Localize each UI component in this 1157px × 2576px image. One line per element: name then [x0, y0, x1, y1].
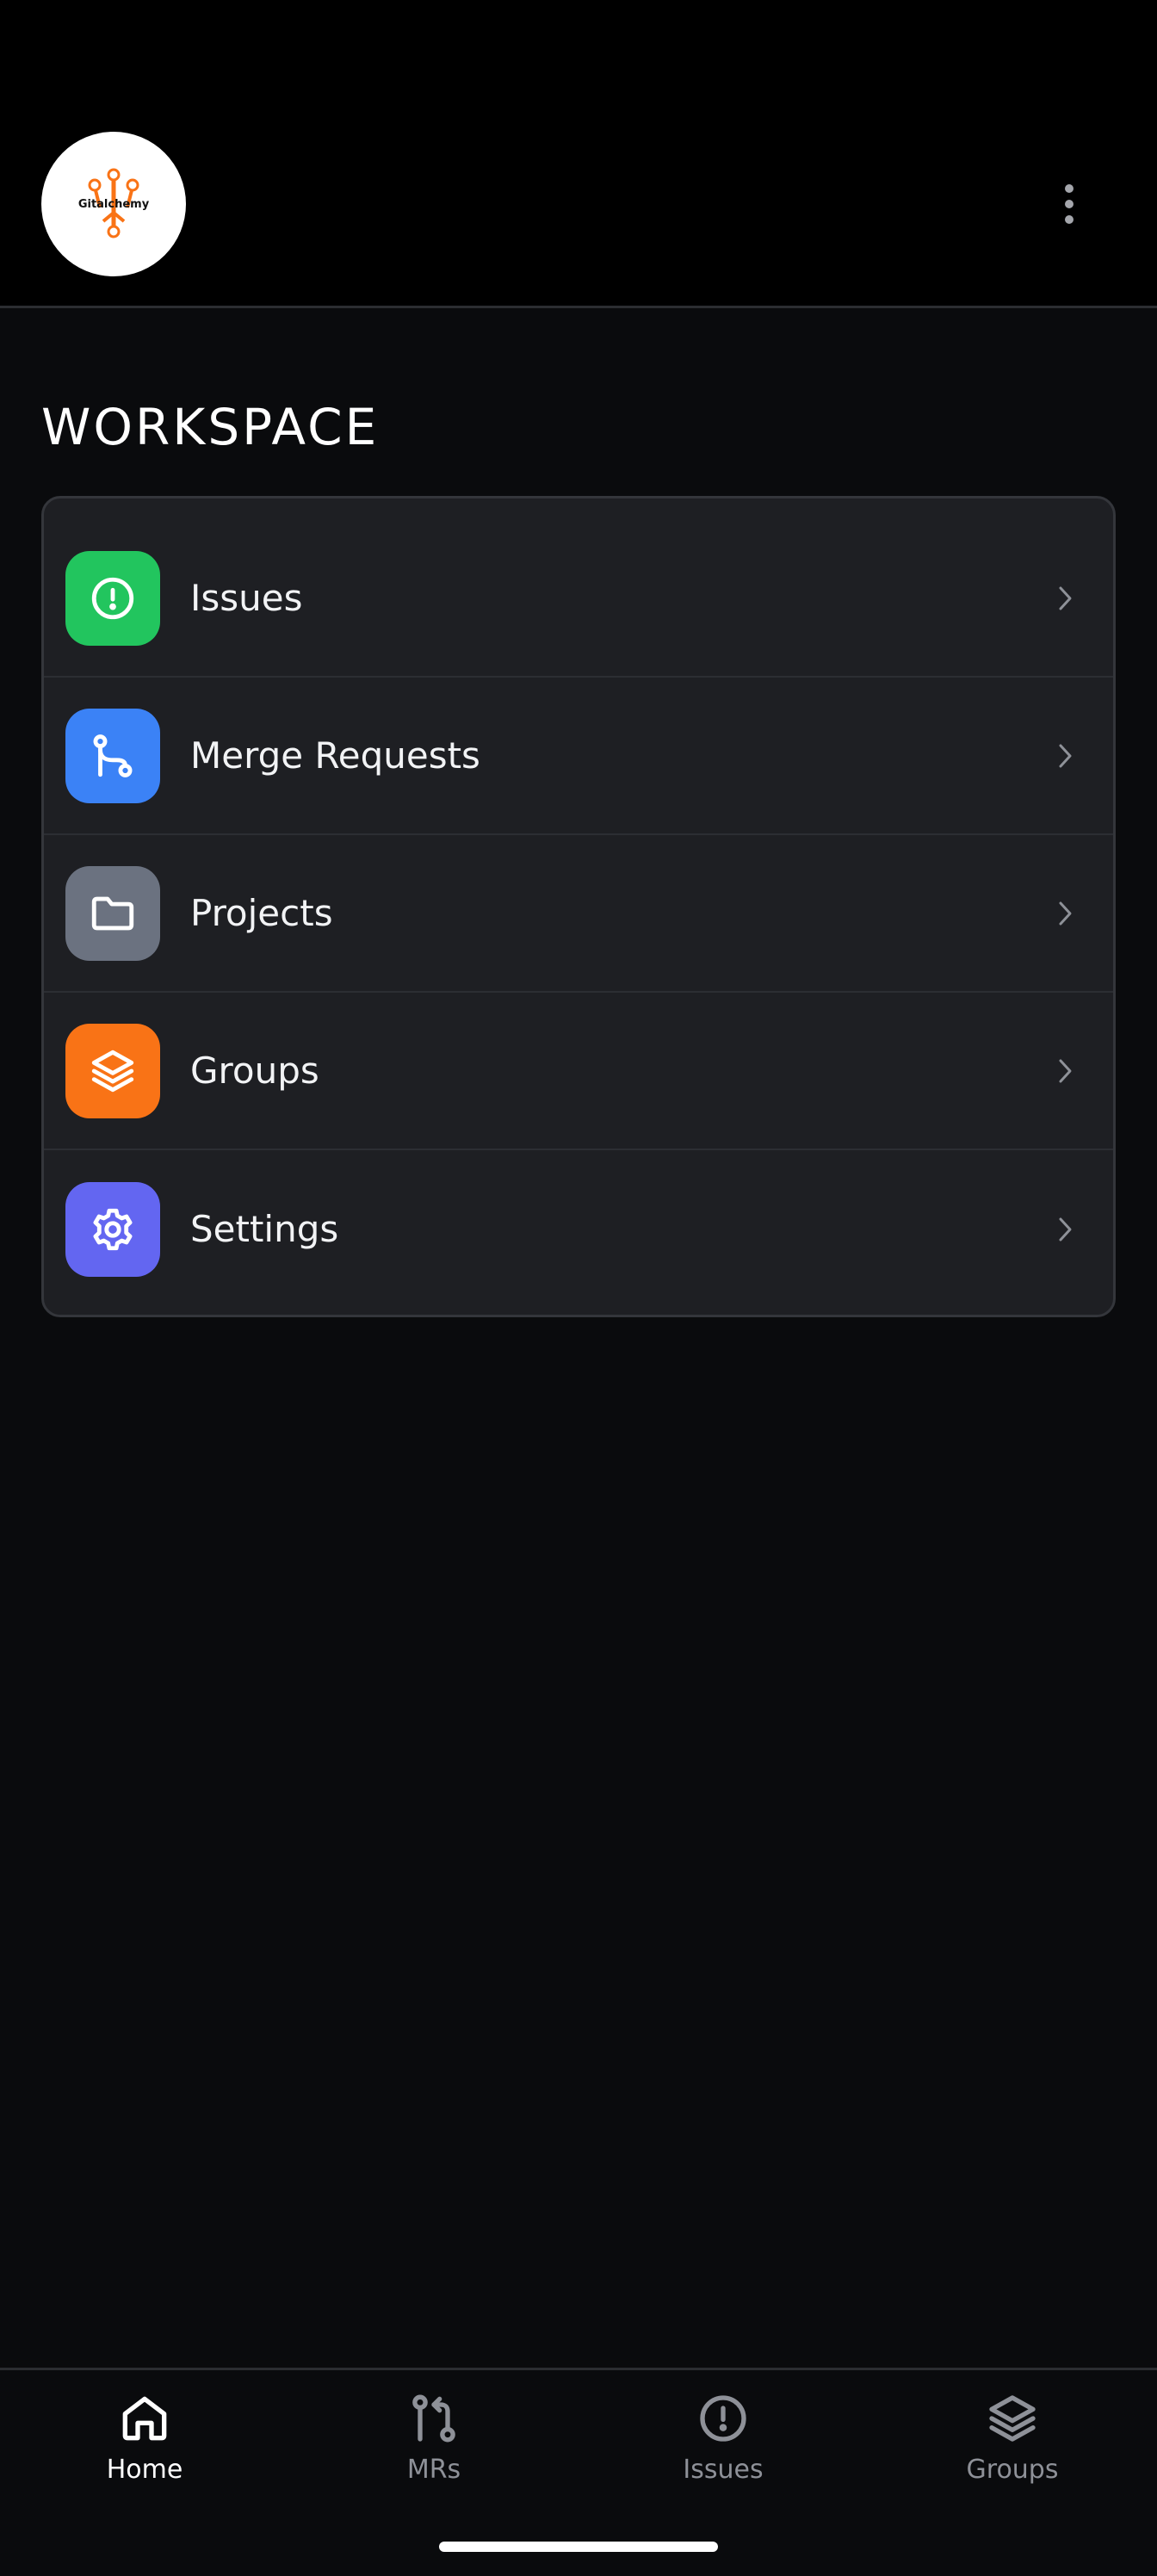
nav-item-home[interactable]: Home: [0, 2370, 289, 2499]
nav-label: Groups: [966, 2455, 1059, 2485]
item-icon-container: [65, 1181, 160, 1277]
logo-text: Gitalchemy: [78, 198, 150, 211]
workspace-item-issues[interactable]: Issues: [44, 520, 1113, 678]
item-icon-container: [65, 1023, 160, 1118]
git-pull-request-icon: [406, 2391, 461, 2446]
nav-label: Issues: [683, 2455, 764, 2485]
chevron-right-icon: [1048, 896, 1082, 931]
top-app-bar: Gitalchemy: [0, 0, 1157, 308]
more-vertical-icon: [1065, 184, 1073, 224]
item-label: Groups: [190, 1050, 319, 1092]
layers-icon: [91, 1050, 134, 1092]
item-icon-container: [65, 550, 160, 646]
nav-item-groups[interactable]: Groups: [868, 2370, 1157, 2499]
workspace-item-groups[interactable]: Groups: [44, 993, 1113, 1150]
section-title: WORKSPACE: [41, 398, 380, 456]
home-icon: [117, 2391, 172, 2446]
more-options-button[interactable]: [1043, 172, 1095, 236]
workspace-item-merge-requests[interactable]: Merge Requests: [44, 678, 1113, 835]
git-merge-icon: [93, 734, 133, 777]
gitalchemy-logo: Gitalchemy: [78, 168, 150, 238]
item-label: Projects: [190, 892, 333, 934]
item-label: Settings: [190, 1208, 339, 1250]
workspace-item-projects[interactable]: Projects: [44, 835, 1113, 993]
item-label: Merge Requests: [190, 734, 480, 777]
workspace-item-settings[interactable]: Settings: [44, 1150, 1113, 1308]
gear-icon: [93, 1208, 133, 1250]
alert-circle-icon: [91, 577, 134, 619]
home-indicator[interactable]: [439, 2542, 718, 2552]
nav-label: Home: [106, 2455, 183, 2485]
workspace-card: Issues Merge Requests Projects Groups Se…: [41, 496, 1116, 1317]
chevron-right-icon: [1048, 1212, 1082, 1247]
chevron-right-icon: [1048, 1054, 1082, 1088]
chevron-right-icon: [1048, 581, 1082, 616]
avatar[interactable]: Gitalchemy: [41, 132, 186, 276]
app-root: Gitalchemy WORKSPACE Issues Merge Reques…: [0, 0, 1157, 2576]
nav-item-mrs[interactable]: MRs: [289, 2370, 578, 2499]
item-label: Issues: [190, 577, 303, 619]
folder-icon: [91, 896, 134, 930]
alert-circle-icon: [696, 2391, 751, 2446]
item-icon-container: [65, 708, 160, 803]
nav-item-issues[interactable]: Issues: [578, 2370, 868, 2499]
nav-label: MRs: [406, 2455, 461, 2485]
layers-icon: [985, 2391, 1040, 2446]
chevron-right-icon: [1048, 739, 1082, 773]
item-icon-container: [65, 865, 160, 961]
